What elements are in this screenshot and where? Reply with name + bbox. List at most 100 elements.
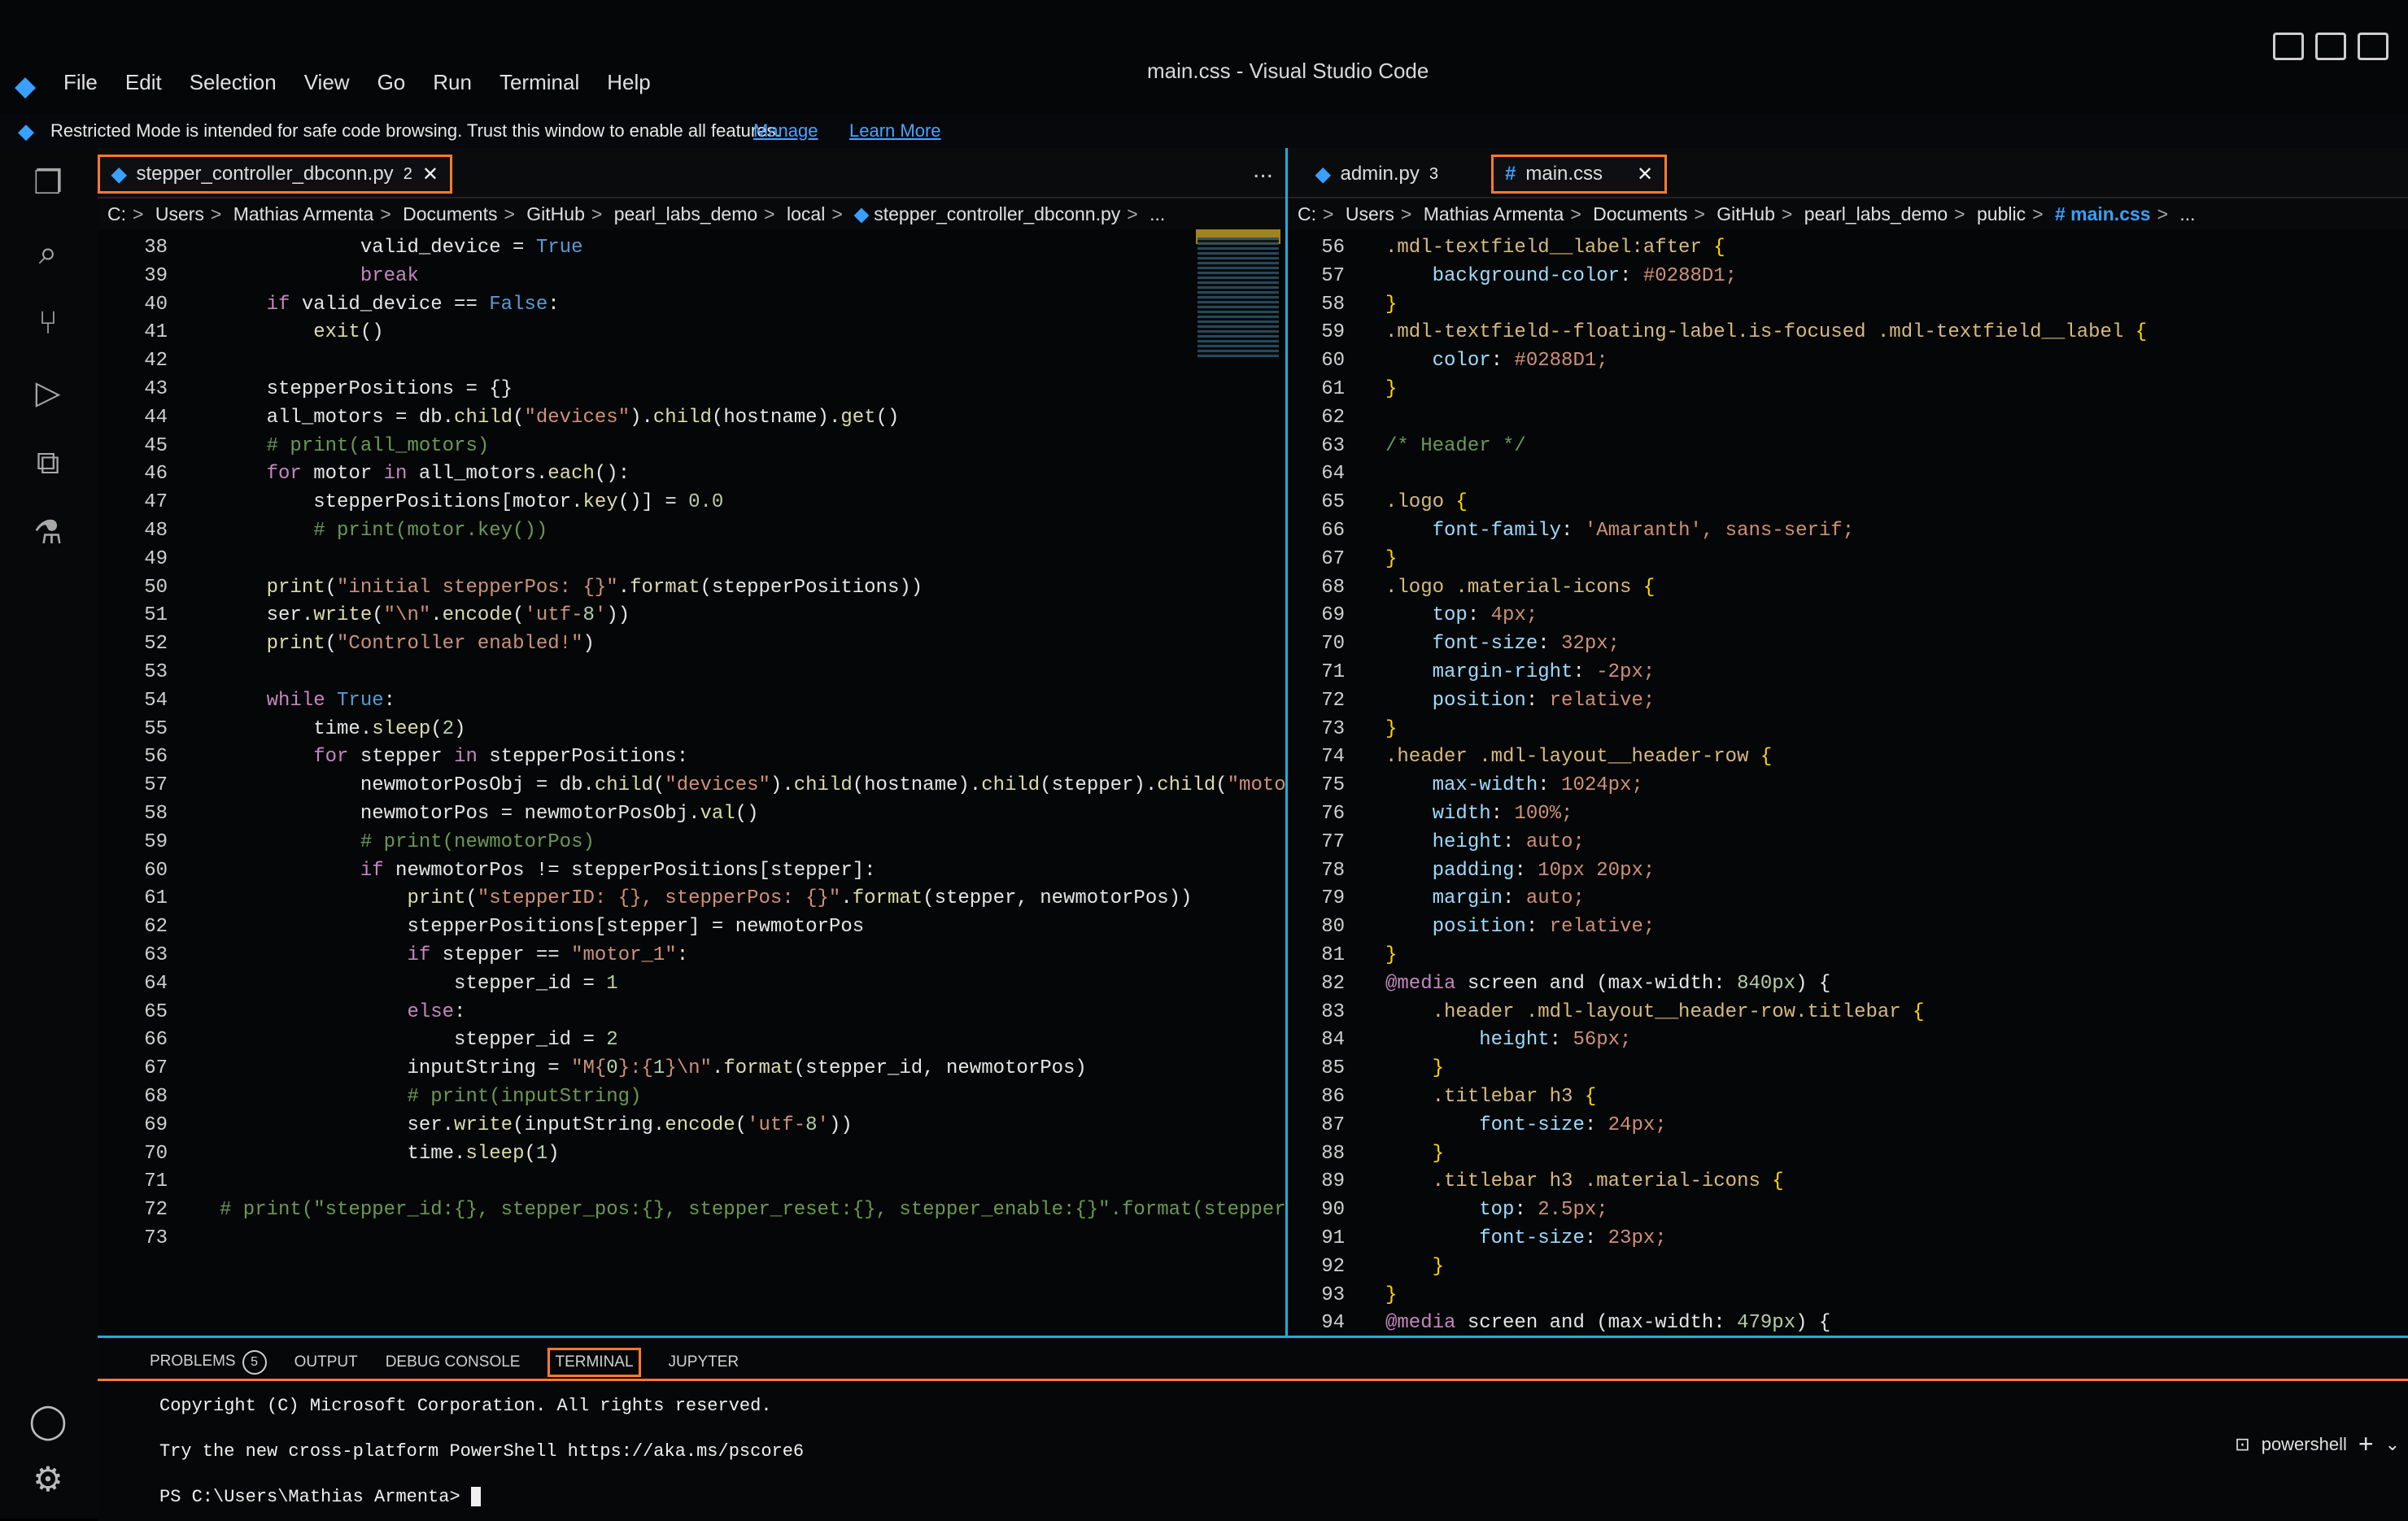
code-line[interactable]: 59 # print(newmotorPos) <box>98 829 1285 856</box>
code-line[interactable]: 38 valid_device = True <box>98 234 1285 262</box>
code-line[interactable]: 88 } <box>1288 1140 2408 1168</box>
minimap[interactable] <box>1197 238 1279 360</box>
code-line[interactable]: 80 position: relative; <box>1288 913 2408 941</box>
code-line[interactable]: 74 .header .mdl-layout__header-row { <box>1288 743 2408 771</box>
menu-terminal[interactable]: Terminal <box>499 70 579 95</box>
code-line[interactable]: 59 .mdl-textfield--floating-label.is-focu… <box>1288 319 2408 346</box>
code-line[interactable]: 48 # print(motor.key()) <box>98 517 1285 545</box>
code-line[interactable]: 65 .logo { <box>1288 489 2408 516</box>
code-line[interactable]: 84 height: 56px; <box>1288 1026 2408 1054</box>
code-line[interactable]: 68 # print(inputString) <box>98 1083 1285 1111</box>
code-line[interactable]: 87 font-size: 24px; <box>1288 1112 2408 1140</box>
extensions-icon[interactable]: ⧉ <box>28 442 68 483</box>
code-line[interactable]: 61 print("stepperID: {}, stepperPos: {}"… <box>98 885 1285 913</box>
code-line[interactable]: 50 print("initial stepperPos: {}".format… <box>98 574 1285 602</box>
account-icon[interactable]: ◯ <box>28 1401 68 1441</box>
code-line[interactable]: 67} <box>1288 546 2408 573</box>
tab-terminal[interactable]: TERMINAL <box>547 1348 641 1377</box>
manage-link[interactable]: Manage <box>753 120 818 142</box>
menu-run[interactable]: Run <box>433 70 472 95</box>
toggle-panel-icon[interactable] <box>2315 33 2346 60</box>
code-line[interactable]: 82 @media screen and (max-width: 840px) { <box>1288 970 2408 998</box>
code-line[interactable]: 64 <box>1288 460 2408 488</box>
code-line[interactable]: 40 if valid_device == False: <box>98 291 1285 319</box>
code-line[interactable]: 67 inputString = "M{0}:{1}\n".format(ste… <box>98 1055 1285 1083</box>
learn-more-link[interactable]: Learn More <box>849 120 941 142</box>
code-line[interactable]: 61} <box>1288 376 2408 403</box>
code-line[interactable]: 90 top: 2.5px; <box>1288 1196 2408 1224</box>
code-line[interactable]: 73} <box>1288 716 2408 743</box>
code-line[interactable]: 60 if newmotorPos != stepperPositions[st… <box>98 857 1285 885</box>
breadcrumb-item[interactable]: C: <box>107 203 126 224</box>
code-line[interactable]: 63 if stepper == "motor_1": <box>98 942 1285 970</box>
code-line[interactable]: 45 # print(all_motors) <box>98 433 1285 460</box>
breadcrumb-item[interactable]: ... <box>2179 203 2195 224</box>
breadcrumb-item[interactable]: pearl_labs_demo <box>614 203 757 224</box>
tab-stepper-controller[interactable]: ◆ stepper_controller_dbconn.py 2 ✕ <box>98 155 452 194</box>
close-icon[interactable]: ✕ <box>422 163 438 186</box>
code-line[interactable]: 55 time.sleep(2) <box>98 716 1285 743</box>
code-line[interactable]: 62 stepperPositions[stepper] = newmotorP… <box>98 913 1285 941</box>
tab-admin-py[interactable]: ◆ admin.py 3 <box>1304 155 1450 194</box>
menu-help[interactable]: Help <box>607 70 650 95</box>
code-line[interactable]: 42 <box>98 347 1285 375</box>
more-actions-icon[interactable]: ... <box>1253 156 1273 184</box>
menu-edit[interactable]: Edit <box>125 70 162 95</box>
breadcrumb-item[interactable]: Mathias Armenta <box>1424 203 1564 224</box>
code-line[interactable]: 51 ser.write("\n".encode('utf-8')) <box>98 602 1285 630</box>
breadcrumb-item[interactable]: GitHub <box>526 203 585 224</box>
breadcrumb-item[interactable]: C: <box>1298 203 1316 224</box>
terminal-output[interactable]: Copyright (C) Microsoft Corporation. All… <box>159 1384 804 1520</box>
code-line[interactable]: 43 stepperPositions = {} <box>98 376 1285 403</box>
code-line[interactable]: 41 exit() <box>98 319 1285 346</box>
code-line[interactable]: 44 all_motors = db.child("devices").chil… <box>98 404 1285 432</box>
code-line[interactable]: 76 width: 100%; <box>1288 800 2408 828</box>
code-line[interactable]: 91 font-size: 23px; <box>1288 1225 2408 1253</box>
breadcrumb-item[interactable]: Users <box>1346 203 1394 224</box>
code-line[interactable]: 63 /* Header */ <box>1288 433 2408 460</box>
code-line[interactable]: 71 <box>98 1168 1285 1196</box>
code-line[interactable]: 54 while True: <box>98 687 1285 715</box>
breadcrumb-item[interactable]: Documents <box>403 203 497 224</box>
code-line[interactable]: 64 stepper_id = 1 <box>98 970 1285 998</box>
code-line[interactable]: 47 stepperPositions[motor.key()] = 0.0 <box>98 489 1285 516</box>
tab-main-css[interactable]: # main.css ✕ <box>1491 155 1668 194</box>
testing-icon[interactable]: ⚗ <box>28 512 68 553</box>
code-line[interactable]: 58} <box>1288 291 2408 319</box>
tab-debug-console[interactable]: DEBUG CONSOLE <box>386 1353 521 1371</box>
code-line[interactable]: 57 newmotorPosObj = db.child("devices").… <box>98 772 1285 800</box>
search-icon[interactable]: ⌕ <box>28 233 68 273</box>
breadcrumb-item[interactable]: # main.css <box>2055 203 2151 224</box>
tab-jupyter[interactable]: JUPYTER <box>669 1353 739 1371</box>
explorer-icon[interactable]: ❐ <box>28 163 68 203</box>
code-line[interactable]: 66 font-family: 'Amaranth', sans-serif; <box>1288 517 2408 545</box>
breadcrumb-item[interactable]: Documents <box>1593 203 1687 224</box>
breadcrumb-item[interactable]: GitHub <box>1717 203 1775 224</box>
close-icon[interactable]: ✕ <box>1637 163 1653 186</box>
code-line[interactable]: 75 max-width: 1024px; <box>1288 772 2408 800</box>
code-line[interactable]: 81} <box>1288 942 2408 970</box>
code-line[interactable]: 52 print("Controller enabled!") <box>98 630 1285 658</box>
code-line[interactable]: 66 stepper_id = 2 <box>98 1026 1285 1054</box>
breadcrumb-item[interactable]: stepper_controller_dbconn.py <box>874 203 1120 224</box>
breadcrumb-item[interactable]: pearl_labs_demo <box>1804 203 1948 224</box>
code-line[interactable]: 94 @media screen and (max-width: 479px) { <box>1288 1310 2408 1336</box>
code-line[interactable]: 60 color: #0288D1; <box>1288 347 2408 375</box>
code-line[interactable]: 78 padding: 10px 20px; <box>1288 857 2408 885</box>
breadcrumb-item[interactable]: public <box>1977 203 2026 224</box>
toggle-secondary-sidebar-icon[interactable] <box>2358 33 2388 60</box>
code-line[interactable]: 70 time.sleep(1) <box>98 1140 1285 1168</box>
menu-file[interactable]: File <box>63 70 98 95</box>
code-line[interactable]: 69 ser.write(inputString.encode('utf-8')… <box>98 1112 1285 1140</box>
code-line[interactable]: 71 margin-right: -2px; <box>1288 659 2408 686</box>
code-line[interactable]: 53 <box>98 659 1285 686</box>
code-line[interactable]: 86 .titlebar h3 { <box>1288 1083 2408 1111</box>
gear-icon[interactable]: ⚙ <box>28 1459 68 1500</box>
code-editor-right[interactable]: 56 .mdl-textfield__label:after {57 backgr… <box>1288 229 2408 1336</box>
code-editor-left[interactable]: 38 valid_device = True 39 break 40 if vali… <box>98 229 1285 1336</box>
code-line[interactable]: 65 else: <box>98 999 1285 1026</box>
code-line[interactable]: 72 # print("stepper_id:{}, stepper_pos:{}… <box>98 1196 1285 1224</box>
code-line[interactable]: 89 .titlebar h3 .material-icons { <box>1288 1168 2408 1196</box>
toggle-sidebar-icon[interactable] <box>2273 33 2304 60</box>
code-line[interactable]: 56 .mdl-textfield__label:after { <box>1288 234 2408 262</box>
